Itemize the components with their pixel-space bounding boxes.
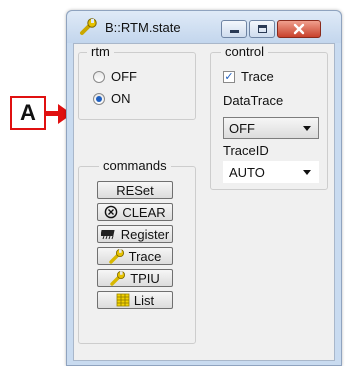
chevron-down-icon (303, 126, 311, 131)
control-group: control ✓ Trace DataTrace OFF TraceID AU… (210, 44, 328, 190)
maximize-icon (258, 25, 267, 33)
title-bar[interactable]: B::RTM.state (67, 11, 341, 43)
radio-off[interactable] (93, 70, 105, 83)
register-button[interactable]: Register (97, 225, 173, 243)
chevron-down-icon (303, 170, 311, 175)
control-legend: control (221, 44, 269, 59)
reset-button-label: RESet (116, 182, 154, 198)
reset-button[interactable]: RESet (97, 181, 173, 199)
chip-icon (100, 230, 115, 240)
clear-button[interactable]: CLEAR (97, 203, 173, 221)
trace-button-label: Trace (128, 248, 162, 264)
close-button[interactable] (277, 20, 321, 38)
minimize-icon (230, 30, 239, 33)
tpiu-button-label: TPIU (130, 270, 160, 286)
trace-checkbox-row[interactable]: ✓ Trace (223, 69, 274, 84)
rtm-legend: rtm (87, 44, 114, 59)
rtm-group: rtm OFF ON (78, 44, 196, 120)
radio-on[interactable] (93, 92, 105, 105)
clear-button-label: CLEAR (122, 204, 166, 220)
trace-checkbox[interactable]: ✓ (223, 70, 235, 83)
maximize-button[interactable] (249, 20, 275, 38)
wrench-icon (80, 18, 97, 35)
callout-text: A (20, 100, 36, 125)
traceid-dropdown[interactable]: AUTO (223, 161, 319, 183)
radio-off-label: OFF (111, 69, 137, 84)
grid-icon (116, 293, 130, 307)
radio-on-label: ON (111, 91, 131, 106)
rtm-state-window: B::RTM.state rtm OFF ON control ✓ Trace … (66, 10, 342, 366)
commands-legend: commands (99, 158, 171, 173)
datatrace-value: OFF (229, 120, 255, 136)
traceid-label: TraceID (223, 143, 269, 158)
tpiu-button[interactable]: TPIU (97, 269, 173, 287)
minimize-button[interactable] (221, 20, 247, 38)
traceid-value: AUTO (229, 164, 265, 180)
close-icon (293, 23, 305, 35)
wrench-icon (110, 271, 126, 286)
callout-label: A (10, 96, 46, 130)
trace-checkbox-label: Trace (241, 69, 274, 84)
register-button-label: Register (120, 226, 170, 242)
list-button-label: List (133, 292, 155, 308)
rtm-option-off[interactable]: OFF (93, 69, 137, 84)
rtm-option-on[interactable]: ON (93, 91, 131, 106)
list-button[interactable]: List (97, 291, 173, 309)
wrench-icon (108, 249, 124, 264)
window-client-area: rtm OFF ON control ✓ Trace DataTrace OFF (73, 43, 335, 361)
commands-group: commands RESet CLEAR Register Trace TPIU… (78, 158, 196, 344)
window-title: B::RTM.state (105, 20, 181, 35)
clear-circle-x-icon (105, 205, 118, 219)
datatrace-dropdown[interactable]: OFF (223, 117, 319, 139)
trace-button[interactable]: Trace (97, 247, 173, 265)
